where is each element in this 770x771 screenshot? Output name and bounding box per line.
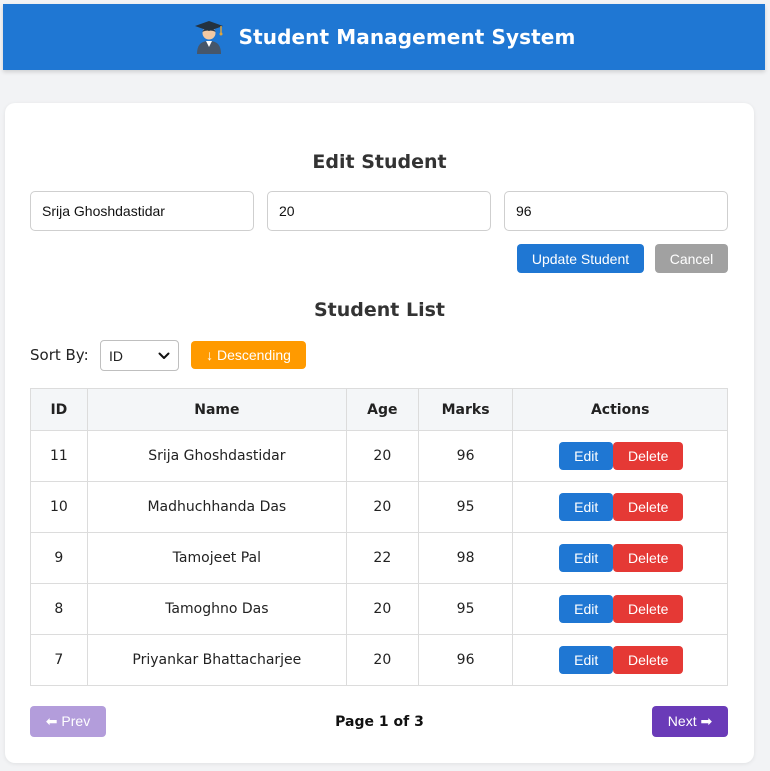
student-table: ID Name Age Marks Actions 11 Srija Ghosh… — [30, 388, 728, 686]
cell-name: Tamojeet Pal — [86, 532, 347, 584]
cell-name: Tamoghno Das — [86, 583, 347, 635]
cell-age: 20 — [345, 634, 419, 686]
cell-id: 11 — [30, 430, 88, 482]
delete-button[interactable]: Delete — [613, 595, 684, 623]
chevron-down-icon — [158, 352, 170, 359]
cell-age: 20 — [345, 481, 419, 533]
column-header-marks[interactable]: Marks — [417, 388, 514, 431]
cell-actions: Edit Delete — [512, 634, 728, 686]
next-page-button[interactable]: Next ➡ — [652, 706, 728, 737]
delete-button[interactable]: Delete — [613, 442, 684, 470]
cell-actions: Edit Delete — [512, 430, 728, 482]
age-input[interactable] — [267, 191, 491, 231]
cell-actions: Edit Delete — [512, 583, 728, 635]
delete-button[interactable]: Delete — [613, 544, 684, 572]
app-title: Student Management System — [238, 25, 576, 49]
cell-marks: 96 — [417, 634, 514, 686]
update-student-button[interactable]: Update Student — [517, 244, 644, 273]
student-list-heading: Student List — [313, 299, 445, 321]
cell-marks: 95 — [417, 481, 514, 533]
cancel-button[interactable]: Cancel — [655, 244, 728, 273]
cell-marks: 96 — [417, 430, 514, 482]
sort-by-select[interactable]: ID — [100, 340, 179, 371]
cell-marks: 98 — [417, 532, 514, 584]
column-header-age[interactable]: Age — [345, 388, 419, 431]
app-header: Student Management System — [3, 4, 765, 70]
cell-actions: Edit Delete — [512, 532, 728, 584]
table-row: 10 Madhuchhanda Das 20 95 Edit Delete — [30, 481, 728, 533]
cell-name: Srija Ghoshdastidar — [86, 430, 347, 482]
table-row: 8 Tamoghno Das 20 95 Edit Delete — [30, 583, 728, 635]
main-card: Edit Student Update Student Cancel Stude… — [5, 103, 754, 763]
cell-name: Madhuchhanda Das — [86, 481, 347, 533]
column-header-actions: Actions — [512, 388, 728, 431]
marks-input[interactable] — [504, 191, 728, 231]
delete-button[interactable]: Delete — [613, 646, 684, 674]
edit-button[interactable]: Edit — [559, 646, 614, 674]
edit-button[interactable]: Edit — [559, 544, 614, 572]
sort-order-button[interactable]: ↓ Descending — [191, 341, 306, 369]
column-header-id[interactable]: ID — [30, 388, 88, 431]
graduate-student-icon — [193, 20, 225, 54]
edit-button[interactable]: Edit — [559, 595, 614, 623]
cell-marks: 95 — [417, 583, 514, 635]
table-row: 7 Priyankar Bhattacharjee 20 96 Edit Del… — [30, 634, 728, 686]
cell-id: 10 — [30, 481, 88, 533]
edit-button[interactable]: Edit — [559, 442, 614, 470]
delete-button[interactable]: Delete — [613, 493, 684, 521]
edit-student-heading: Edit Student — [312, 151, 447, 173]
cell-id: 9 — [30, 532, 88, 584]
table-row: 11 Srija Ghoshdastidar 20 96 Edit Delete — [30, 430, 728, 482]
cell-age: 22 — [345, 532, 419, 584]
cell-age: 20 — [345, 583, 419, 635]
cell-age: 20 — [345, 430, 419, 482]
name-input[interactable] — [30, 191, 254, 231]
column-header-name[interactable]: Name — [86, 388, 347, 431]
sort-by-value: ID — [109, 347, 123, 364]
cell-name: Priyankar Bhattacharjee — [86, 634, 347, 686]
sort-by-label: Sort By: — [30, 346, 89, 364]
table-header-row: ID Name Age Marks Actions — [30, 388, 728, 431]
table-row: 9 Tamojeet Pal 22 98 Edit Delete — [30, 532, 728, 584]
page-indicator: Page 1 of 3 — [335, 714, 424, 730]
edit-button[interactable]: Edit — [559, 493, 614, 521]
cell-actions: Edit Delete — [512, 481, 728, 533]
cell-id: 7 — [30, 634, 88, 686]
cell-id: 8 — [30, 583, 88, 635]
